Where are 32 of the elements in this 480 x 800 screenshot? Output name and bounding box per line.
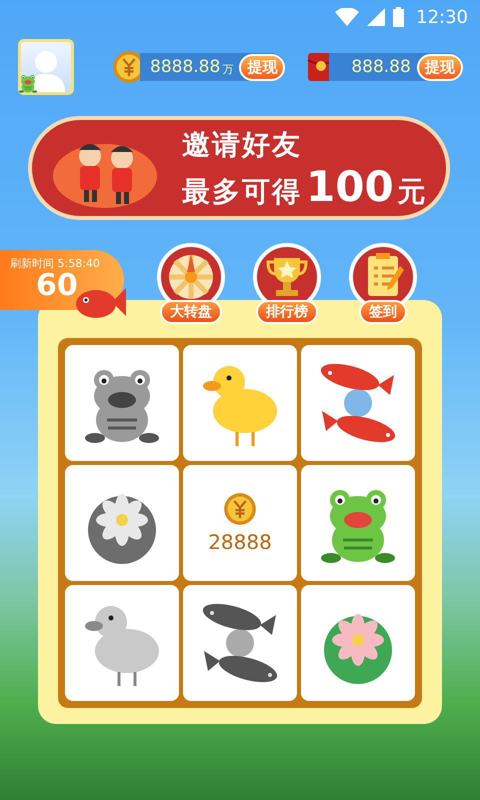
refresh-count: 60 [36,271,79,301]
grid-tile[interactable] [183,345,297,461]
grid-tile[interactable] [183,585,297,701]
banner-subtitle: 最多可得 [182,174,302,210]
signal-icon [367,8,386,26]
wifi-icon [335,8,360,26]
shortcut-button[interactable]: 签到 [359,300,407,324]
grid-tile[interactable] [65,345,179,461]
coin-icon [223,492,257,526]
grid-tile[interactable] [301,585,415,701]
grid-tile[interactable] [301,345,415,461]
grid-tile[interactable] [65,465,179,581]
withdraw-button[interactable]: 提现 [416,54,463,80]
reward-unit: 元 [398,174,428,210]
frog-badge-icon [17,72,39,94]
battery-icon [393,7,404,27]
reward-amount: 100 [306,166,394,208]
prize-amount: 28888 [208,530,272,554]
shortcut-button[interactable]: 排行榜 [256,300,318,324]
banner-title: 邀请好友 [182,126,303,162]
balance-amount: 888.88 [351,57,411,77]
invite-banner[interactable]: 邀请好友 最多可得 100元 [28,116,450,220]
grid-tile[interactable]: 28888 [183,465,297,581]
withdraw-button[interactable]: 提现 [239,54,286,80]
balance-amount: 8888.88 [150,57,220,77]
balance-unit: 万 [222,62,234,76]
refresh-time-label: 刷新时间 5:58:40 [10,256,101,271]
grid-tile[interactable] [301,465,415,581]
grid-tile[interactable] [65,585,179,701]
shortcut-button[interactable]: 大转盘 [160,300,222,324]
avatar-placeholder[interactable] [18,39,74,95]
status-time: 12:30 [416,6,468,28]
